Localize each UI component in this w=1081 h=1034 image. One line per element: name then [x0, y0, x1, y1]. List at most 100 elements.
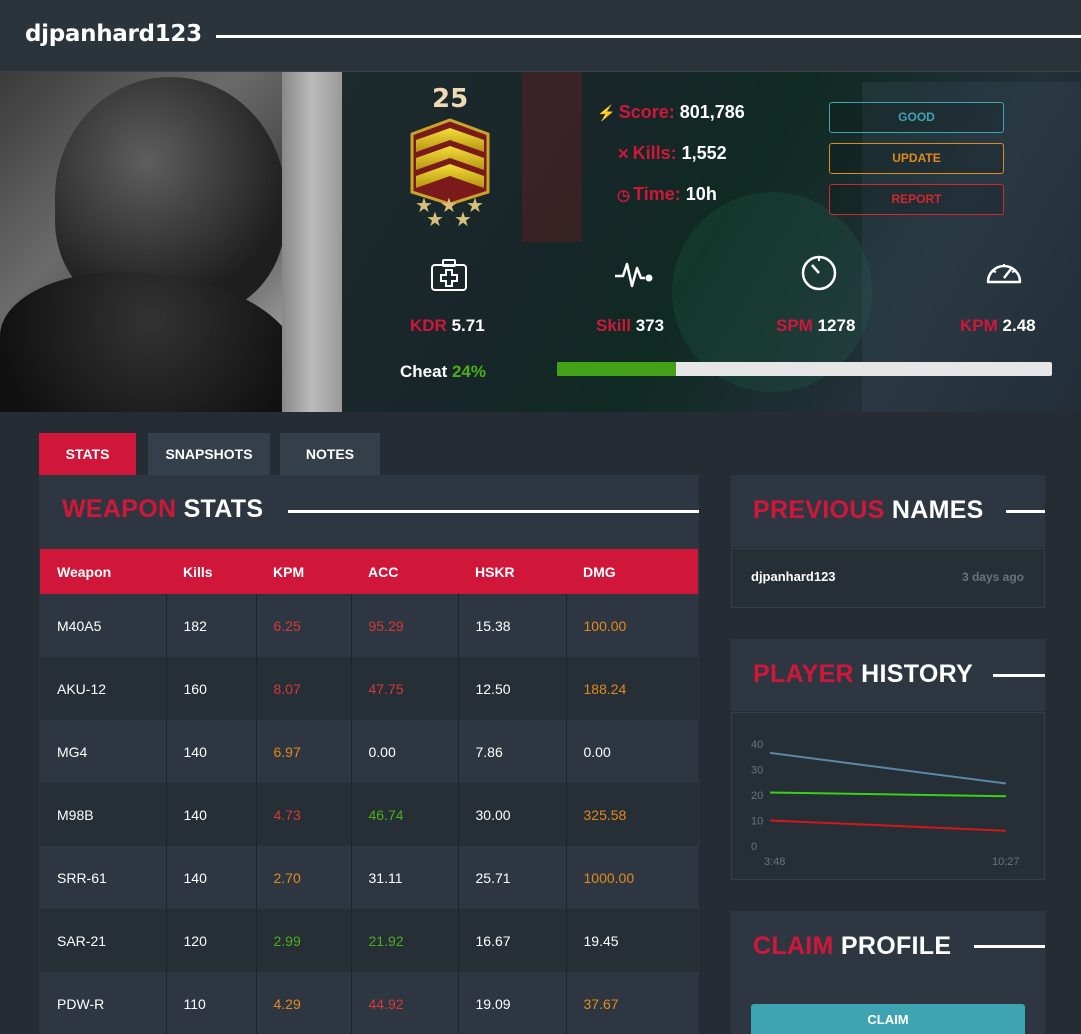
title-divider: [993, 674, 1045, 677]
kills-stat: ✕ Kills: 1,552: [617, 143, 727, 163]
table-cell: 15.38: [458, 594, 567, 657]
table-cell: 140: [166, 720, 257, 783]
tab-notes[interactable]: NOTES: [280, 433, 380, 475]
previous-name: djpanhard123: [751, 569, 836, 584]
table-cell: MG4: [40, 720, 167, 783]
y-tick-label: 0: [751, 841, 757, 853]
table-cell: 100.00: [566, 594, 698, 657]
list-item: djpanhard123 3 days ago: [731, 548, 1045, 608]
column-header[interactable]: Kills: [166, 549, 256, 594]
table-cell: 7.86: [458, 720, 567, 783]
spm-metric: SPM 1278: [776, 316, 856, 335]
username-title: djpanhard123: [25, 21, 202, 47]
table-row: SAR-21 120 2.99 21.92 16.67 19.45: [40, 909, 698, 972]
table-cell: 110: [166, 972, 257, 1034]
good-button[interactable]: GOOD: [829, 102, 1004, 133]
clock-icon: ◷: [617, 187, 631, 204]
player-avatar: [0, 72, 342, 412]
bolt-icon: ⚡: [597, 105, 616, 122]
table-cell: M98B: [40, 783, 167, 846]
player-history-title: PLAYER HISTORY: [753, 660, 974, 688]
tab-stats[interactable]: STATS: [39, 433, 136, 475]
table-cell: 160: [166, 657, 257, 720]
table-cell: 44.92: [351, 972, 459, 1034]
update-button[interactable]: UPDATE: [829, 143, 1004, 174]
weapon-stats-table: Weapon Kills KPM ACC HSKR DMG M40A5 182 6.25 95.…: [40, 549, 698, 1034]
previous-names-title: PREVIOUS NAMES: [753, 496, 984, 524]
table-row: SRR-61 140 2.70 31.11 25.71 1000.00: [40, 846, 698, 909]
column-header[interactable]: HSKR: [458, 549, 566, 594]
table-cell: SAR-21: [40, 909, 167, 972]
table-cell: 1000.00: [566, 846, 698, 909]
rank-chevron-icon: ★ ★ ★ ★ ★: [410, 118, 490, 231]
table-row: M98B 140 4.73 46.74 30.00 325.58: [40, 783, 698, 846]
table-cell: 8.07: [256, 657, 352, 720]
table-row: MG4 140 6.97 0.00 7.86 0.00: [40, 720, 698, 783]
y-tick-label: 30: [751, 765, 763, 777]
title-divider: [974, 945, 1045, 948]
weapon-stats-title: WEAPON STATS: [62, 495, 264, 523]
report-button[interactable]: REPORT: [829, 184, 1004, 215]
table-cell: 6.25: [256, 594, 352, 657]
cheat-score: Cheat 24%: [400, 362, 486, 381]
table-cell: 31.11: [351, 846, 459, 909]
cheat-progress-bar: [557, 362, 1052, 376]
table-cell: 140: [166, 846, 257, 909]
y-tick-label: 10: [751, 816, 763, 828]
table-cell: AKU-12: [40, 657, 167, 720]
header-divider: [216, 35, 1081, 38]
column-header[interactable]: DMG: [566, 549, 698, 594]
medkit-icon: [431, 259, 467, 291]
column-header[interactable]: KPM: [256, 549, 351, 594]
table-cell: 30.00: [458, 783, 567, 846]
table-cell: 21.92: [351, 909, 459, 972]
table-row: AKU-12 160 8.07 47.75 12.50 188.24: [40, 657, 698, 720]
table-row: M40A5 182 6.25 95.29 15.38 100.00: [40, 594, 698, 657]
table-cell: 4.73: [256, 783, 352, 846]
history-chart-svg: 0 10 20 30 40 3:48 10:27: [751, 739, 1020, 868]
table-cell: 47.75: [351, 657, 459, 720]
table-cell: PDW-R: [40, 972, 167, 1034]
table-cell: 140: [166, 783, 257, 846]
history-series-line: [769, 751, 1007, 785]
table-cell: 120: [166, 909, 257, 972]
table-row: PDW-R 110 4.29 44.92 19.09 37.67: [40, 972, 698, 1034]
cheat-progress-fill: [557, 362, 676, 376]
player-history-chart: 0 10 20 30 40 3:48 10:27: [731, 712, 1045, 880]
history-series-line: [769, 791, 1007, 798]
table-cell: 6.97: [256, 720, 352, 783]
column-header[interactable]: Weapon: [40, 549, 166, 594]
table-cell: 19.45: [566, 909, 698, 972]
cross-icon: ✕: [617, 146, 630, 163]
table-cell: 182: [166, 594, 257, 657]
table-cell: 2.99: [256, 909, 352, 972]
skill-metric: Skill 373: [596, 316, 665, 335]
table-cell: 0.00: [566, 720, 698, 783]
history-series-line: [769, 819, 1007, 832]
table-cell: 46.74: [351, 783, 459, 846]
x-tick-label: 10:27: [992, 856, 1020, 868]
x-tick-label: 3:48: [764, 856, 785, 868]
table-cell: 19.09: [458, 972, 567, 1034]
claim-button[interactable]: CLAIM: [751, 1004, 1025, 1034]
avatar-wall: [282, 72, 342, 412]
table-cell: 2.70: [256, 846, 352, 909]
pulse-icon: [615, 262, 653, 288]
table-cell: 37.67: [566, 972, 698, 1034]
table-cell: SRR-61: [40, 846, 167, 909]
tab-snapshots[interactable]: SNAPSHOTS: [148, 433, 270, 475]
svg-text:★: ★: [466, 193, 484, 217]
column-header[interactable]: ACC: [351, 549, 458, 594]
table-cell: M40A5: [40, 594, 167, 657]
kdr-metric: KDR 5.71: [410, 316, 485, 335]
claim-profile-title: CLAIM PROFILE: [753, 932, 952, 960]
y-tick-label: 20: [751, 790, 763, 802]
kpm-metric: KPM 2.48: [960, 316, 1036, 335]
table-cell: 12.50: [458, 657, 567, 720]
y-tick-label: 40: [751, 739, 763, 751]
table-cell: 4.29: [256, 972, 352, 1034]
speedometer-icon: [986, 264, 1022, 284]
time-stat: ◷ Time: 10h: [617, 184, 717, 204]
avatar-body: [0, 272, 300, 412]
title-divider: [1006, 510, 1045, 513]
